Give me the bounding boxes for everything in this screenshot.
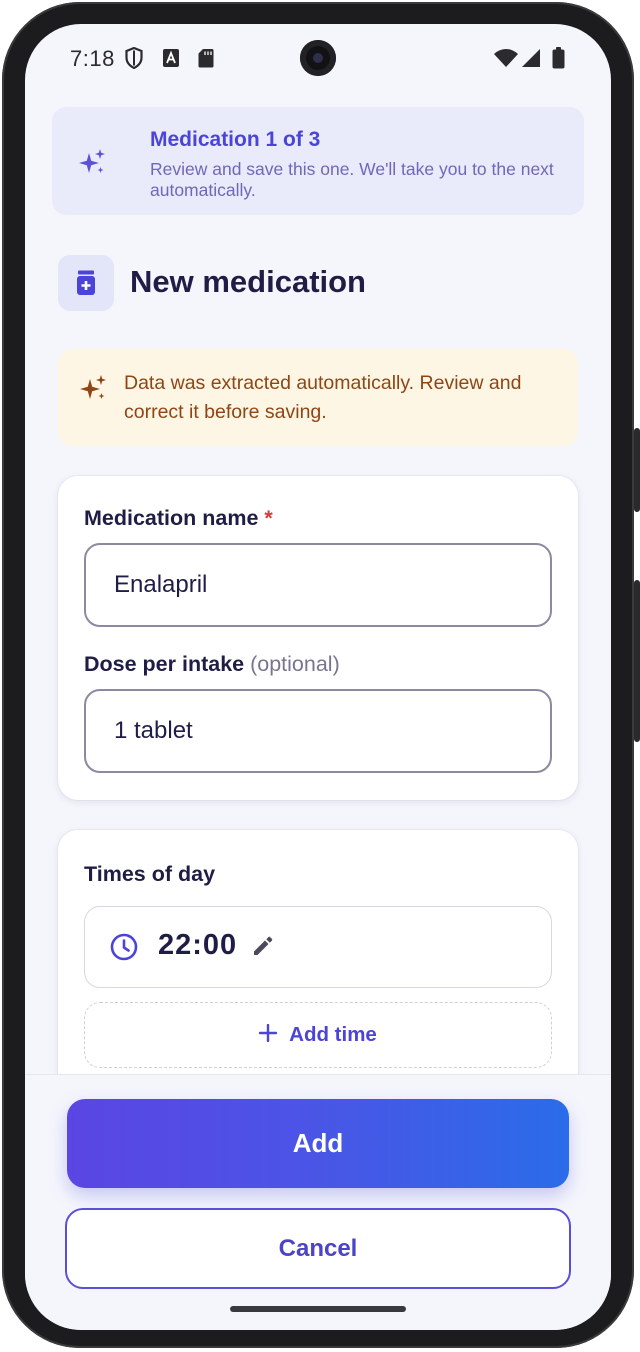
notice-text: Data was extracted automatically. Review… — [124, 372, 522, 423]
sparkles-icon — [77, 147, 107, 177]
medicine-bottle-icon — [58, 255, 114, 311]
times-of-day-card: Times of day 22:00 Add time — [58, 830, 578, 1110]
add-time-button[interactable]: Add time — [84, 1002, 552, 1068]
screen: 7:18 Medication 1 of 3 Review and save t… — [25, 24, 611, 1330]
dose-input[interactable] — [84, 689, 552, 773]
power-button — [634, 580, 640, 742]
banner-title: Medication 1 of 3 — [150, 128, 321, 151]
pencil-icon[interactable] — [251, 934, 275, 958]
plus-icon — [258, 1023, 278, 1047]
medication-details-card: Medication name * Dose per intake (optio… — [58, 476, 578, 800]
volume-button — [634, 428, 640, 512]
optional-mark: (optional) — [250, 652, 340, 676]
front-camera — [300, 40, 336, 76]
banner-subtitle: Review and save this one. We'll take you… — [150, 159, 554, 200]
cell-signal-icon — [521, 46, 541, 70]
text-a-icon — [160, 46, 182, 70]
status-time: 7:18 — [70, 46, 115, 71]
required-mark: * — [264, 506, 273, 530]
cancel-button[interactable]: Cancel — [65, 1208, 571, 1289]
sd-card-icon — [196, 46, 216, 70]
medication-name-input[interactable] — [84, 543, 552, 627]
sparkles-icon — [78, 373, 108, 403]
time-value: 22:00 — [158, 929, 238, 961]
wifi-icon — [493, 46, 519, 70]
page-title: New medication — [130, 264, 366, 299]
progress-banner: Medication 1 of 3 Review and save this o… — [52, 107, 584, 215]
clock-icon — [109, 932, 139, 962]
status-bar: 7:18 — [25, 24, 611, 94]
dose-label: Dose per intake (optional) — [84, 652, 340, 676]
time-chip[interactable]: 22:00 — [84, 906, 552, 988]
battery-icon — [551, 46, 565, 70]
auto-extract-notice: Data was extracted automatically. Review… — [58, 349, 578, 446]
shield-icon — [123, 46, 145, 70]
add-time-label: Add time — [289, 1023, 377, 1046]
medication-name-label: Medication name * — [84, 506, 273, 530]
home-indicator[interactable] — [230, 1306, 406, 1312]
times-of-day-label: Times of day — [84, 862, 216, 886]
add-button[interactable]: Add — [67, 1099, 569, 1188]
